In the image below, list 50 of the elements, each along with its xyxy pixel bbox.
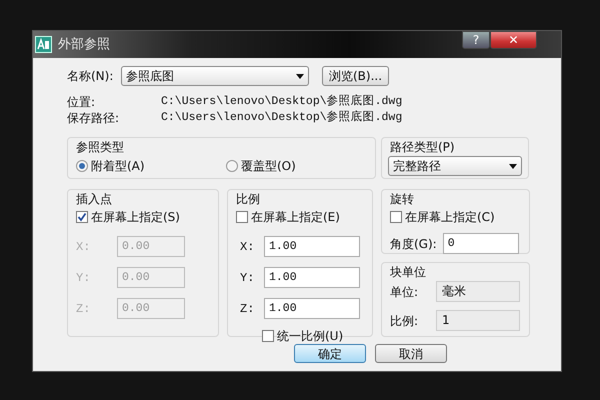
group-title: 路径类型(P)	[390, 139, 455, 155]
field-label: X:	[76, 238, 92, 256]
readonly-field: 毫米	[436, 281, 520, 302]
input-field[interactable]: 1.00	[264, 298, 360, 319]
dropdown-value: 参照底图	[126, 68, 174, 85]
checkbox-label: 在屏幕上指定(S)	[91, 209, 180, 226]
group-title: 插入点	[76, 191, 112, 207]
unit-label: 单位:	[390, 284, 420, 300]
radio-button[interactable]	[76, 160, 88, 172]
checkbox-label: 在屏幕上指定(E)	[251, 209, 340, 226]
field-label: Z:	[240, 300, 256, 318]
field-label: Z:	[76, 300, 92, 318]
browse-button[interactable]: 浏览(B)...	[322, 66, 390, 86]
ok-button[interactable]: 确定	[294, 344, 366, 363]
checkbox-label: 统一比例(U)	[277, 328, 344, 345]
group-title: 旋转	[390, 191, 414, 207]
group-title: 块单位	[390, 264, 426, 280]
checkbox[interactable]	[236, 211, 248, 223]
radio-button[interactable]	[226, 160, 238, 172]
caret-icon	[296, 74, 304, 78]
app-icon	[35, 36, 52, 53]
unit-label: 比例:	[390, 312, 420, 330]
cancel-button[interactable]: 取消	[375, 344, 447, 363]
name-dropdown[interactable]: 参照底图	[121, 66, 309, 86]
window-title: 外部参照	[58, 36, 110, 54]
group-title: 比例	[236, 191, 260, 207]
file-path: C:\Users\lenovo\Desktop\参照底图.dwg	[161, 94, 402, 110]
radio-label: 覆盖型(O)	[241, 158, 296, 175]
input-field[interactable]: 1.00	[264, 236, 360, 257]
checkbox[interactable]	[76, 211, 88, 223]
field-label: X:	[240, 238, 256, 256]
info-label: 位置:	[67, 94, 96, 110]
checkbox[interactable]	[390, 211, 402, 223]
readonly-field: 1	[436, 310, 520, 331]
close-button[interactable]: ✕	[490, 31, 537, 49]
group-title: 参照类型	[76, 139, 124, 155]
name-label: 名称(N):	[67, 68, 114, 85]
dropdown-value: 完整路径	[393, 158, 441, 175]
input-field[interactable]: 1.00	[264, 267, 360, 288]
info-label: 保存路径:	[67, 110, 120, 126]
angle-field[interactable]: 0	[442, 233, 519, 254]
field-label: Y:	[76, 270, 92, 286]
caret-icon	[509, 164, 517, 168]
angle-label: 角度(G):	[390, 236, 437, 252]
field-label: Y:	[240, 270, 256, 286]
radio-label: 附着型(A)	[91, 158, 145, 175]
file-path: C:\Users\lenovo\Desktop\参照底图.dwg	[161, 110, 402, 126]
checkbox[interactable]	[262, 330, 274, 342]
path-type-dropdown[interactable]: 完整路径	[388, 156, 522, 176]
checkbox-label: 在屏幕上指定(C)	[405, 209, 495, 226]
